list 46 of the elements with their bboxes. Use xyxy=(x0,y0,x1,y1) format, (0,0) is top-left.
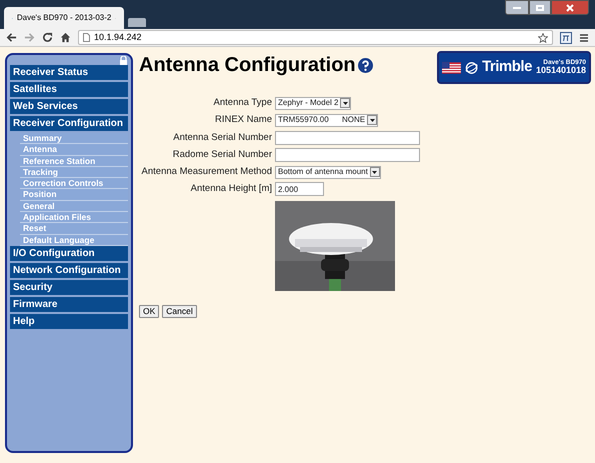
sidebar-menu-item[interactable]: Satellites xyxy=(10,82,128,97)
star-icon[interactable] xyxy=(538,32,548,42)
input-field[interactable] xyxy=(275,148,420,162)
serial-number: 1051401018 xyxy=(536,66,586,76)
field-label: Antenna Type xyxy=(212,96,272,110)
help-icon[interactable] xyxy=(358,58,373,72)
brand-name: Trimble xyxy=(482,57,532,78)
dropdown[interactable]: TRM55970.00 NONE xyxy=(275,114,378,127)
address-bar[interactable]: 10.1.94.242 xyxy=(78,30,553,45)
sidebar-menu-item[interactable]: Receiver Status xyxy=(10,65,128,80)
tab-title: Dave's BD970 - 2013-03-2 xyxy=(16,12,112,24)
field-label: Radome Serial Number xyxy=(172,148,272,162)
sidebar-menu-item[interactable]: Firmware xyxy=(10,296,128,312)
maximize-button[interactable] xyxy=(529,0,551,15)
reload-icon[interactable] xyxy=(42,32,53,43)
minimize-button[interactable] xyxy=(505,0,529,15)
sidebar-menu-item[interactable]: Security xyxy=(10,280,128,295)
form-button[interactable]: OK xyxy=(139,304,160,318)
field-label: RINEX Name xyxy=(214,113,272,128)
home-icon[interactable] xyxy=(60,32,71,43)
caret-icon xyxy=(342,102,348,105)
page-title: Antenna Configuration xyxy=(139,53,356,77)
form-button[interactable]: Cancel xyxy=(162,304,197,318)
page-icon xyxy=(83,33,90,42)
back-icon[interactable] xyxy=(6,32,17,43)
dropdown[interactable]: Zephyr - Model 2 xyxy=(275,96,352,110)
close-button[interactable] xyxy=(551,0,589,15)
input-field[interactable]: 2.000 xyxy=(275,182,324,196)
sidebar-menu-item[interactable]: Web Services xyxy=(10,99,128,114)
sidebar-menu-item[interactable]: Receiver Configuration xyxy=(10,116,128,131)
field-label: Antenna Height [m] xyxy=(190,182,272,196)
flag-icon xyxy=(442,62,461,74)
input-field[interactable] xyxy=(275,130,420,145)
sidebar-menu-item[interactable]: I/O Configuration xyxy=(10,246,128,261)
caret-icon xyxy=(370,118,375,122)
browser-tab[interactable]: Dave's BD970 - 2013-03-2 xyxy=(4,7,124,29)
menu-icon[interactable] xyxy=(579,32,589,42)
globe-logo-icon xyxy=(464,60,478,74)
caret-icon xyxy=(372,170,378,174)
field-label: Antenna Serial Number xyxy=(172,130,272,144)
url-text: 10.1.94.242 xyxy=(94,30,142,44)
field-label: Antenna Measurement Method xyxy=(140,165,272,179)
dropdown[interactable]: Bottom of antenna mount xyxy=(275,166,381,179)
sidebar-menu-item[interactable]: Network Configuration xyxy=(10,262,128,278)
extension-icon[interactable] xyxy=(560,32,572,44)
sidebar-menu-item[interactable]: Help xyxy=(10,314,128,329)
